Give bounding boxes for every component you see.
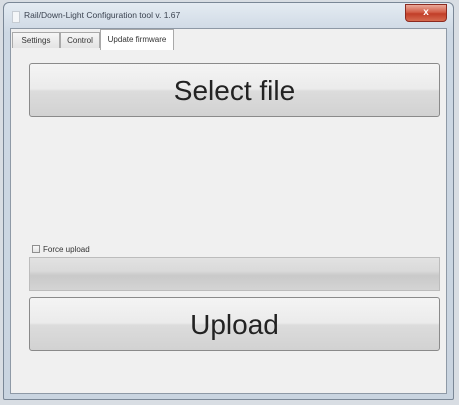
force-upload-option[interactable]: Force upload xyxy=(32,243,90,255)
tab-control[interactable]: Control xyxy=(60,32,100,48)
app-window: Rail/Down-Light Configuration tool v. 1.… xyxy=(3,2,454,400)
upload-button[interactable]: Upload xyxy=(29,297,440,351)
tab-update-firmware[interactable]: Update firmware xyxy=(100,29,174,50)
select-file-button[interactable]: Select file xyxy=(29,63,440,117)
update-firmware-panel: Select file Force upload Upload xyxy=(11,49,446,393)
client-area: Settings Control Update firmware Select … xyxy=(10,28,447,394)
upload-progress-bar xyxy=(29,257,440,291)
title-bar[interactable]: Rail/Down-Light Configuration tool v. 1.… xyxy=(4,3,453,29)
force-upload-checkbox[interactable] xyxy=(32,245,40,253)
window-title: Rail/Down-Light Configuration tool v. 1.… xyxy=(24,10,181,20)
force-upload-label: Force upload xyxy=(43,244,90,254)
tab-strip: Settings Control Update firmware xyxy=(11,29,446,50)
close-button[interactable]: x xyxy=(405,4,447,22)
close-icon: x xyxy=(423,7,429,18)
tab-settings[interactable]: Settings xyxy=(12,32,60,48)
app-icon xyxy=(12,11,20,23)
